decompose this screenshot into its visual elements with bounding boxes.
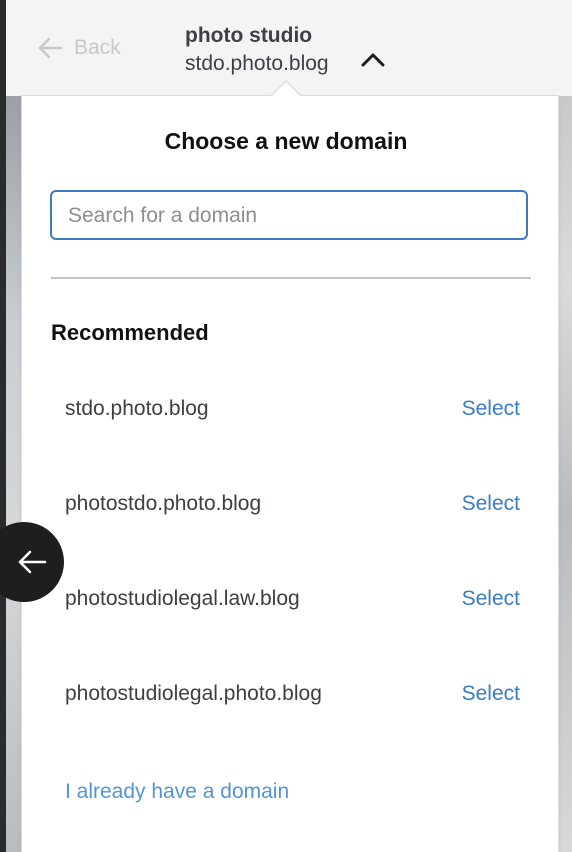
arrow-left-icon xyxy=(38,37,63,59)
domain-name: photostudiolegal.photo.blog xyxy=(65,682,322,705)
back-label: Back xyxy=(74,36,121,59)
site-domain: stdo.photo.blog xyxy=(185,52,329,75)
popover-caret xyxy=(271,82,301,97)
domain-name: photostudiolegal.law.blog xyxy=(65,587,300,610)
select-domain-button[interactable]: Select xyxy=(462,397,520,421)
domain-row: photostdo.photo.blog Select xyxy=(65,492,520,516)
select-domain-button[interactable]: Select xyxy=(462,682,520,706)
select-domain-button[interactable]: Select xyxy=(462,587,520,611)
background-image-right xyxy=(558,96,572,852)
domain-name: stdo.photo.blog xyxy=(65,397,209,420)
back-button[interactable]: Back xyxy=(36,34,121,62)
select-domain-button[interactable]: Select xyxy=(462,492,520,516)
panel-heading: Choose a new domain xyxy=(164,128,408,154)
divider xyxy=(51,277,531,279)
chevron-up-icon[interactable] xyxy=(360,50,386,70)
domain-row: stdo.photo.blog Select xyxy=(65,397,520,421)
recommended-label: Recommended xyxy=(51,320,209,345)
domain-search-box[interactable] xyxy=(50,190,528,240)
domain-row: photostudiolegal.law.blog Select xyxy=(65,587,520,611)
site-title: photo studio xyxy=(185,24,313,47)
own-domain-link[interactable]: I already have a domain xyxy=(65,780,289,804)
domain-name: photostdo.photo.blog xyxy=(65,492,262,515)
arrow-left-icon xyxy=(18,550,47,574)
domain-search-input[interactable] xyxy=(66,192,510,240)
background-image-left xyxy=(6,96,22,852)
domain-row: photostudiolegal.photo.blog Select xyxy=(65,682,520,706)
